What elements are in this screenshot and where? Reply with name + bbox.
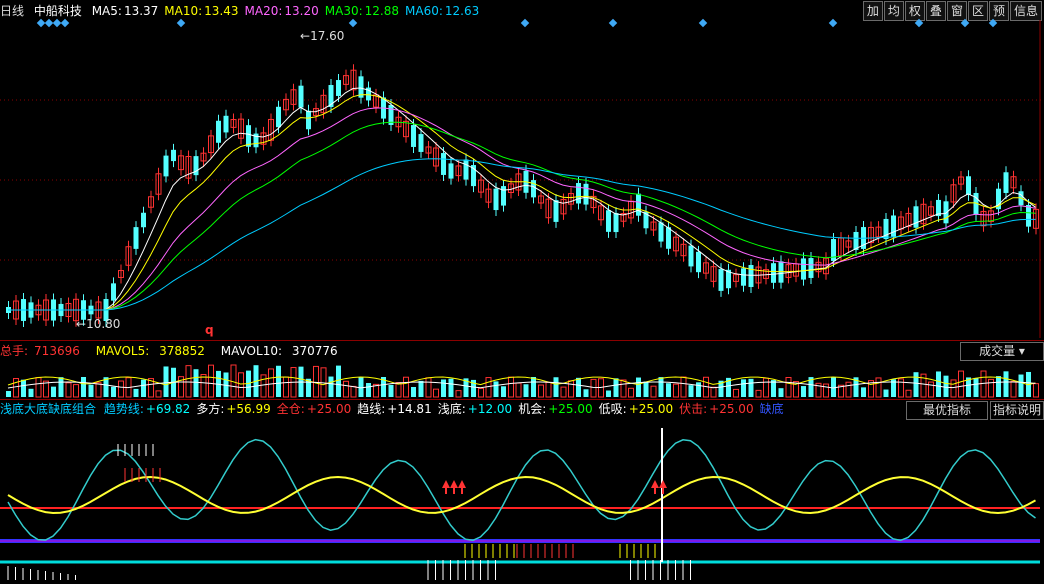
- arrow-up-icon: [450, 480, 458, 488]
- arrow-up-icon: [458, 480, 466, 488]
- indicator-chart[interactable]: [0, 0, 1044, 584]
- trend-line: [7, 438, 1036, 542]
- arrow-up-icon: [442, 480, 450, 488]
- arrow-up-icon: [651, 480, 659, 488]
- arrow-up-icon: [659, 480, 667, 488]
